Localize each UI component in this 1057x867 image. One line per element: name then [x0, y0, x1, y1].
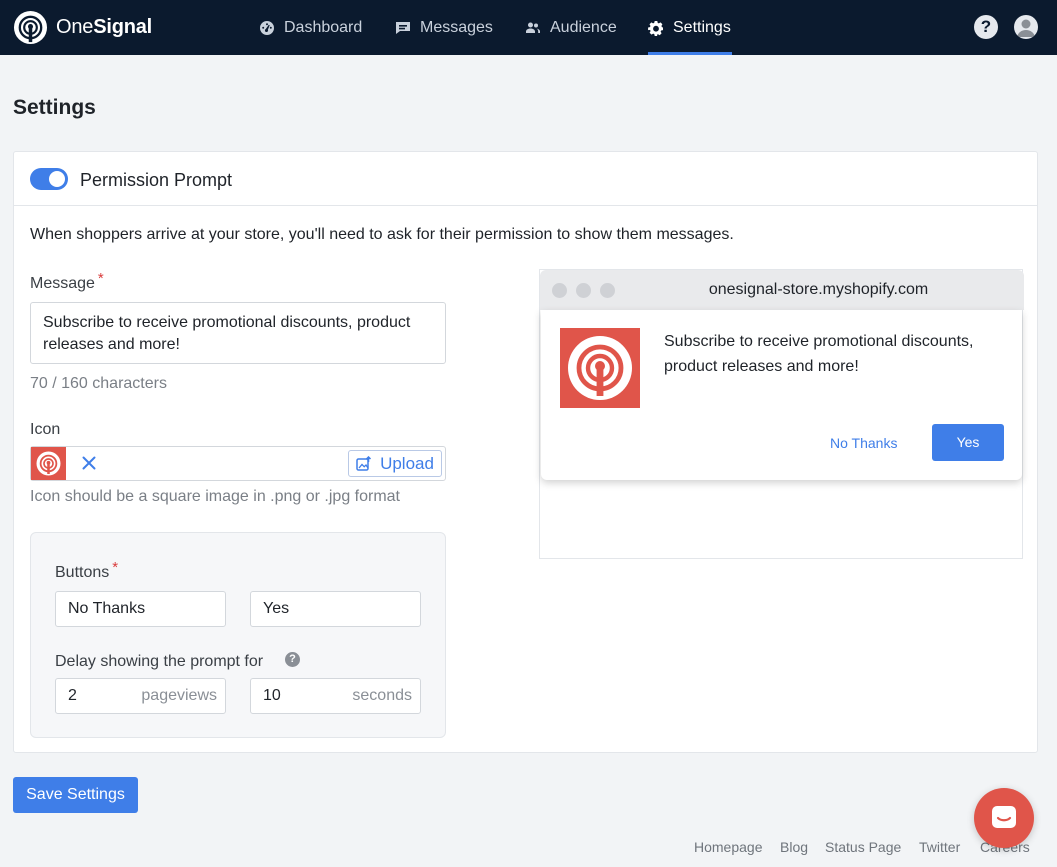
card-header: Permission Prompt	[14, 152, 1037, 206]
delay-pageviews-input[interactable]: 2 pageviews	[55, 678, 226, 714]
no-button-text-input[interactable]: No Thanks	[55, 591, 226, 627]
nav-dashboard-label: Dashboard	[284, 18, 363, 36]
icon-field: Upload	[30, 446, 446, 481]
delay-seconds-value: 10	[263, 687, 281, 704]
footer-link-status-page[interactable]: Status Page	[825, 839, 901, 855]
icon-label: Icon	[30, 421, 61, 438]
nav-dashboard[interactable]: Dashboard	[259, 0, 362, 55]
icon-hint: Icon should be a square image in .png or…	[30, 488, 400, 505]
dashboard-gauge-icon	[260, 20, 274, 35]
remove-icon-x-icon[interactable]	[81, 455, 97, 471]
upload-label: Upload	[380, 453, 434, 473]
top-nav-bar: OneSignal Dashboard Messages Audience Se…	[0, 0, 1057, 55]
browser-url: onesignal-store.myshopify.com	[708, 281, 929, 298]
required-asterisk: *	[97, 270, 104, 287]
nav-messages[interactable]: Messages	[395, 0, 493, 55]
chat-icon	[992, 806, 1016, 828]
intro-text: When shoppers arrive at your store, you'…	[30, 226, 734, 243]
user-avatar[interactable]	[1014, 15, 1038, 39]
message-textarea[interactable]: Subscribe to receive promotional discoun…	[30, 302, 446, 364]
pageviews-unit: pageviews	[141, 687, 217, 704]
nav-settings[interactable]: Settings	[648, 0, 732, 55]
preview-message: Subscribe to receive promotional discoun…	[664, 333, 974, 375]
brand-name: OneSignal	[56, 16, 153, 38]
nav-audience[interactable]: Audience	[525, 0, 617, 55]
footer-link-blog[interactable]: Blog	[780, 839, 808, 855]
seconds-unit: seconds	[352, 687, 412, 704]
onesignal-logo[interactable]: OneSignal	[13, 10, 152, 45]
preview-icon	[560, 328, 640, 408]
preview-no-thanks-button[interactable]: No Thanks	[830, 435, 897, 451]
onesignal-logo-icon	[13, 10, 48, 45]
save-settings-button[interactable]: Save Settings	[13, 777, 138, 813]
delay-pageviews-value: 2	[68, 687, 77, 704]
preview-yes-button[interactable]: Yes	[932, 424, 1004, 461]
onesignal-brand-icon	[36, 451, 61, 476]
help-button[interactable]: ?	[974, 15, 998, 39]
onesignal-brand-icon	[568, 336, 632, 400]
footer-link-homepage[interactable]: Homepage	[694, 839, 763, 855]
icon-thumbnail	[31, 447, 66, 480]
info-icon[interactable]: ?	[285, 652, 300, 667]
permission-prompt-card: Permission Prompt When shoppers arrive a…	[13, 151, 1038, 753]
character-count: 70 / 160 characters	[30, 375, 167, 392]
delay-seconds-input[interactable]: 10 seconds	[250, 678, 421, 714]
message-bubble-icon	[396, 21, 410, 34]
upload-button[interactable]: Upload	[348, 450, 442, 477]
buttons-label: Buttons *	[55, 559, 119, 581]
page-title: Settings	[13, 96, 96, 119]
prompt-preview: onesignal-store.myshopify.com Subscribe …	[539, 269, 1024, 559]
help-icon: ?	[980, 17, 992, 36]
preview-prompt-dialog: Subscribe to receive promotional discoun…	[541, 310, 1022, 480]
users-icon	[526, 22, 540, 33]
support-chat-button[interactable]	[974, 788, 1034, 848]
user-silhouette-icon	[1017, 19, 1035, 37]
card-title: Permission Prompt	[80, 170, 233, 190]
buttons-panel: Buttons * No Thanks Yes Delay showing the…	[30, 532, 446, 738]
footer-link-twitter[interactable]: Twitter	[919, 839, 960, 855]
required-asterisk: *	[112, 559, 119, 576]
nav-settings-label: Settings	[673, 18, 731, 36]
toggle-knob	[49, 171, 65, 187]
nav-audience-label: Audience	[550, 18, 617, 36]
message-label: Message *	[30, 270, 104, 292]
image-upload-icon	[356, 455, 372, 471]
nav-messages-label: Messages	[420, 18, 493, 36]
yes-button-text-input[interactable]: Yes	[250, 591, 421, 627]
delay-label: Delay showing the prompt for	[55, 653, 264, 670]
browser-title-bar: onesignal-store.myshopify.com	[540, 270, 1024, 310]
gear-icon	[648, 20, 663, 36]
active-tab-indicator	[648, 52, 732, 55]
permission-prompt-toggle[interactable]	[30, 168, 68, 190]
